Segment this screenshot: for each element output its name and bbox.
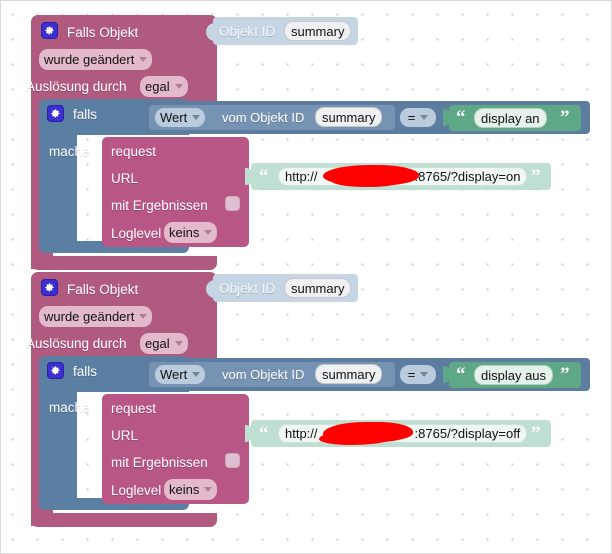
event-block-2-foot [31,513,217,527]
quote-open-icon-2: “ [456,364,466,385]
string-value-text-1: display an [481,110,540,126]
getvalue-middle-label-2: vom Objekt ID [222,367,305,382]
chevron-down-icon [174,341,183,346]
object-id-value-2[interactable]: summary [284,278,352,298]
url-prefix-2: http:// [285,426,318,441]
operator-dropdown-2[interactable]: = [400,365,436,384]
getvalue-objectid-text-1: summary [322,109,376,125]
trigger-prefix-2: Auslösung durch [26,336,127,351]
request-loglevel-label-1: Loglevel [111,226,162,241]
chevron-down-icon [192,372,201,377]
redaction-overlay-1b [331,173,403,187]
object-id-label-1: Objekt ID [219,24,276,39]
quote-open-icon-1: “ [456,107,466,128]
value-mode-dropdown-1[interactable]: Wert [155,108,206,127]
request-url-label-1: URL [111,171,139,186]
value-mode-label-1: Wert [160,110,188,125]
trigger-prefix-1: Auslösung durch [26,79,127,94]
request-loglevel-label-2: Loglevel [111,483,162,498]
condition-dropdown-label-2: wurde geändert [44,309,135,324]
gear-icon[interactable] [47,362,64,379]
blockly-workspace[interactable]: Falls Objekt Objekt ID summary wurde geä… [0,0,612,554]
object-id-value-1[interactable]: summary [284,21,352,41]
with-results-checkbox-2[interactable] [225,453,240,468]
gear-icon[interactable] [41,279,58,296]
loglevel-dropdown-2[interactable]: keins [164,479,218,500]
loglevel-value-2: keins [169,482,200,497]
chevron-down-icon [420,115,429,120]
url-suffix-1: :8765/?display=on [414,169,521,184]
event-block-1-title: Falls Objekt [67,25,139,40]
quote-close-icon-url-2: ” [531,423,541,444]
object-id-label-2: Objekt ID [219,281,276,296]
trigger-dropdown-1[interactable]: egal [140,76,188,97]
trigger-dropdown-2[interactable]: egal [140,333,188,354]
condition-dropdown-label-1: wurde geändert [44,52,135,67]
gear-icon[interactable] [41,22,58,39]
quote-close-icon-1: ” [560,107,570,128]
getvalue-middle-label-1: vom Objekt ID [222,110,305,125]
string-value-2[interactable]: display aus [474,365,554,385]
request-block-2-title: request [111,401,157,416]
control-block-2-title: falls [73,364,98,379]
string-value-text-2: display aus [481,367,547,383]
loglevel-dropdown-1[interactable]: keins [164,222,218,243]
trigger-dropdown-label-1: egal [145,79,170,94]
quote-close-icon-2: ” [560,364,570,385]
gear-icon[interactable] [47,105,64,122]
request-results-label-1: mit Ergebnissen [111,198,208,213]
chevron-down-icon [204,230,213,235]
chevron-down-icon [420,372,429,377]
value-mode-label-2: Wert [160,367,188,382]
trigger-dropdown-label-2: egal [145,336,170,351]
value-mode-dropdown-2[interactable]: Wert [155,365,206,384]
chevron-down-icon [204,487,213,492]
control-block-1-do-label: mache [49,144,90,159]
loglevel-value-1: keins [169,225,200,240]
request-results-label-2: mit Ergebnissen [111,455,208,470]
operator-dropdown-1[interactable]: = [400,108,436,127]
operator-label-2: = [407,367,416,382]
quote-open-icon-url-1: “ [259,166,269,187]
string-value-1[interactable]: display an [474,108,547,128]
object-id-value-text-1: summary [291,23,345,39]
condition-dropdown-1[interactable]: wurde geändert [39,49,153,70]
with-results-checkbox-1[interactable] [225,196,240,211]
request-url-label-2: URL [111,428,139,443]
condition-dropdown-2[interactable]: wurde geändert [39,306,153,327]
quote-close-icon-url-1: ” [531,166,541,187]
chevron-down-icon [192,115,201,120]
operator-label-1: = [407,110,416,125]
getvalue-objectid-2[interactable]: summary [315,364,383,384]
url-suffix-2: :8765/?display=off [414,426,521,441]
event-block-1-foot [31,256,217,270]
chevron-down-icon [139,57,148,62]
event-block-2-title: Falls Objekt [67,282,139,297]
url-prefix-1: http:// [285,169,318,184]
getvalue-objectid-text-2: summary [322,366,376,382]
control-block-2-do-label: mache [49,400,90,415]
getvalue-objectid-1[interactable]: summary [315,107,383,127]
chevron-down-icon [174,84,183,89]
quote-open-icon-url-2: “ [259,423,269,444]
request-block-1-title: request [111,144,157,159]
object-id-value-text-2: summary [291,280,345,296]
control-block-1-title: falls [73,107,98,122]
chevron-down-icon [139,314,148,319]
